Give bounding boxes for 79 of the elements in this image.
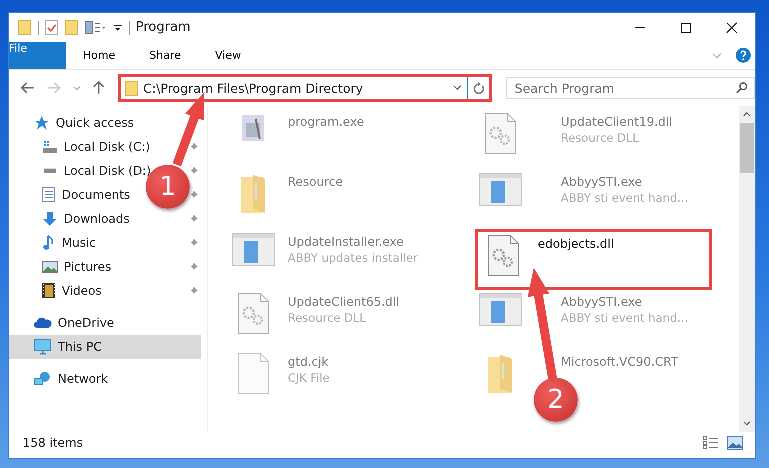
nav-label[interactable]: This PC [58,340,102,354]
dropdown-icon[interactable] [113,22,123,32]
nav-label[interactable]: Videos [62,284,102,298]
application-window-icon [232,233,276,267]
properties-icon[interactable] [85,20,107,34]
computer-icon [34,339,52,355]
nav-label[interactable]: Pictures [64,260,112,274]
scrollbar[interactable] [739,106,755,432]
pin-icon[interactable] [189,166,199,176]
file-name[interactable]: gtd.cjk [288,355,330,369]
file-name[interactable]: AbbyySTI.exe [561,175,688,189]
pin-icon[interactable] [189,238,199,248]
music-note-icon [42,235,56,251]
nav-item[interactable]: Network [9,367,201,391]
nav-label[interactable]: Downloads [64,212,130,226]
pin-icon[interactable] [189,214,199,224]
nav-label[interactable]: OneDrive [58,316,114,330]
drive-icon [42,140,58,154]
file-name[interactable]: UpdateInstaller.exe [288,235,418,249]
up-arrow-icon[interactable] [92,81,104,95]
pin-icon[interactable] [189,262,199,272]
details-view-icon[interactable] [703,436,719,450]
nav-label[interactable]: Quick access [56,116,134,130]
pin-icon[interactable] [189,142,199,152]
file-name[interactable]: program.exe [288,115,364,129]
nav-label[interactable]: Documents [62,188,130,202]
window-title: Program [136,20,191,35]
drive-icon [42,168,58,174]
film-icon [42,283,56,299]
application-window-icon [479,293,523,327]
nav-item[interactable]: OneDrive [9,311,201,335]
search-field[interactable]: Search Program [506,77,756,99]
file-name[interactable]: UpdateClient65.dll [288,295,400,309]
file-description: ABBY updates installer [288,251,418,265]
file-description: Resource DLL [561,131,640,145]
folder-icon [125,80,138,96]
checklist-icon[interactable] [45,20,59,36]
network-icon [34,371,52,387]
file-name[interactable]: edobjects.dll [538,237,614,251]
file-name[interactable]: AbbyySTI.exe [561,295,688,309]
file-description: ABBY sti event hand... [561,191,688,205]
folder-icon[interactable] [18,20,32,36]
file-name[interactable]: Microsoft.VC90.CRT [561,355,678,369]
ribbon-tab[interactable]: View [198,42,258,69]
file-name[interactable]: Resource [288,175,344,189]
file-description: ABBY sti event hand... [561,311,688,325]
search-icon[interactable] [736,82,748,94]
cloud-icon [34,317,52,329]
nav-item[interactable]: This PC [9,335,201,359]
item-count: 158 items [23,436,84,450]
maximize-icon [680,22,692,34]
ribbon-tab[interactable]: Home [66,42,132,69]
download-icon [42,211,58,227]
nav-label[interactable]: Local Disk (C:) [64,140,150,154]
nav-label[interactable]: Music [62,236,96,250]
file-name[interactable]: UpdateClient19.dll [561,115,673,129]
help-icon[interactable] [736,48,751,63]
address-field[interactable]: C:\Program Files\Program Directory [118,74,492,102]
scroll-down-icon[interactable] [743,421,751,426]
application-window-icon [479,173,523,207]
nav-label[interactable]: Network [58,372,108,386]
folder-icon[interactable] [65,20,79,36]
chevron-down-icon[interactable] [452,85,462,91]
document-icon [42,187,56,203]
ribbon-tab[interactable]: Share [132,42,198,69]
pin-icon[interactable] [189,286,199,296]
pin-icon[interactable] [189,190,199,200]
close-icon [726,22,738,34]
back-arrow-icon[interactable] [21,82,35,94]
scroll-thumb[interactable] [740,123,754,173]
ribbon-tab[interactable]: File [9,42,66,69]
file-description: Resource DLL [288,311,368,325]
star-icon [34,115,50,131]
refresh-icon[interactable] [472,82,485,94]
file-description: CJK File [288,371,330,385]
nav-item[interactable]: Quick access [9,111,201,135]
scroll-up-icon[interactable] [743,112,751,117]
picture-icon [42,260,58,274]
large-icons-view-icon[interactable] [727,436,743,450]
